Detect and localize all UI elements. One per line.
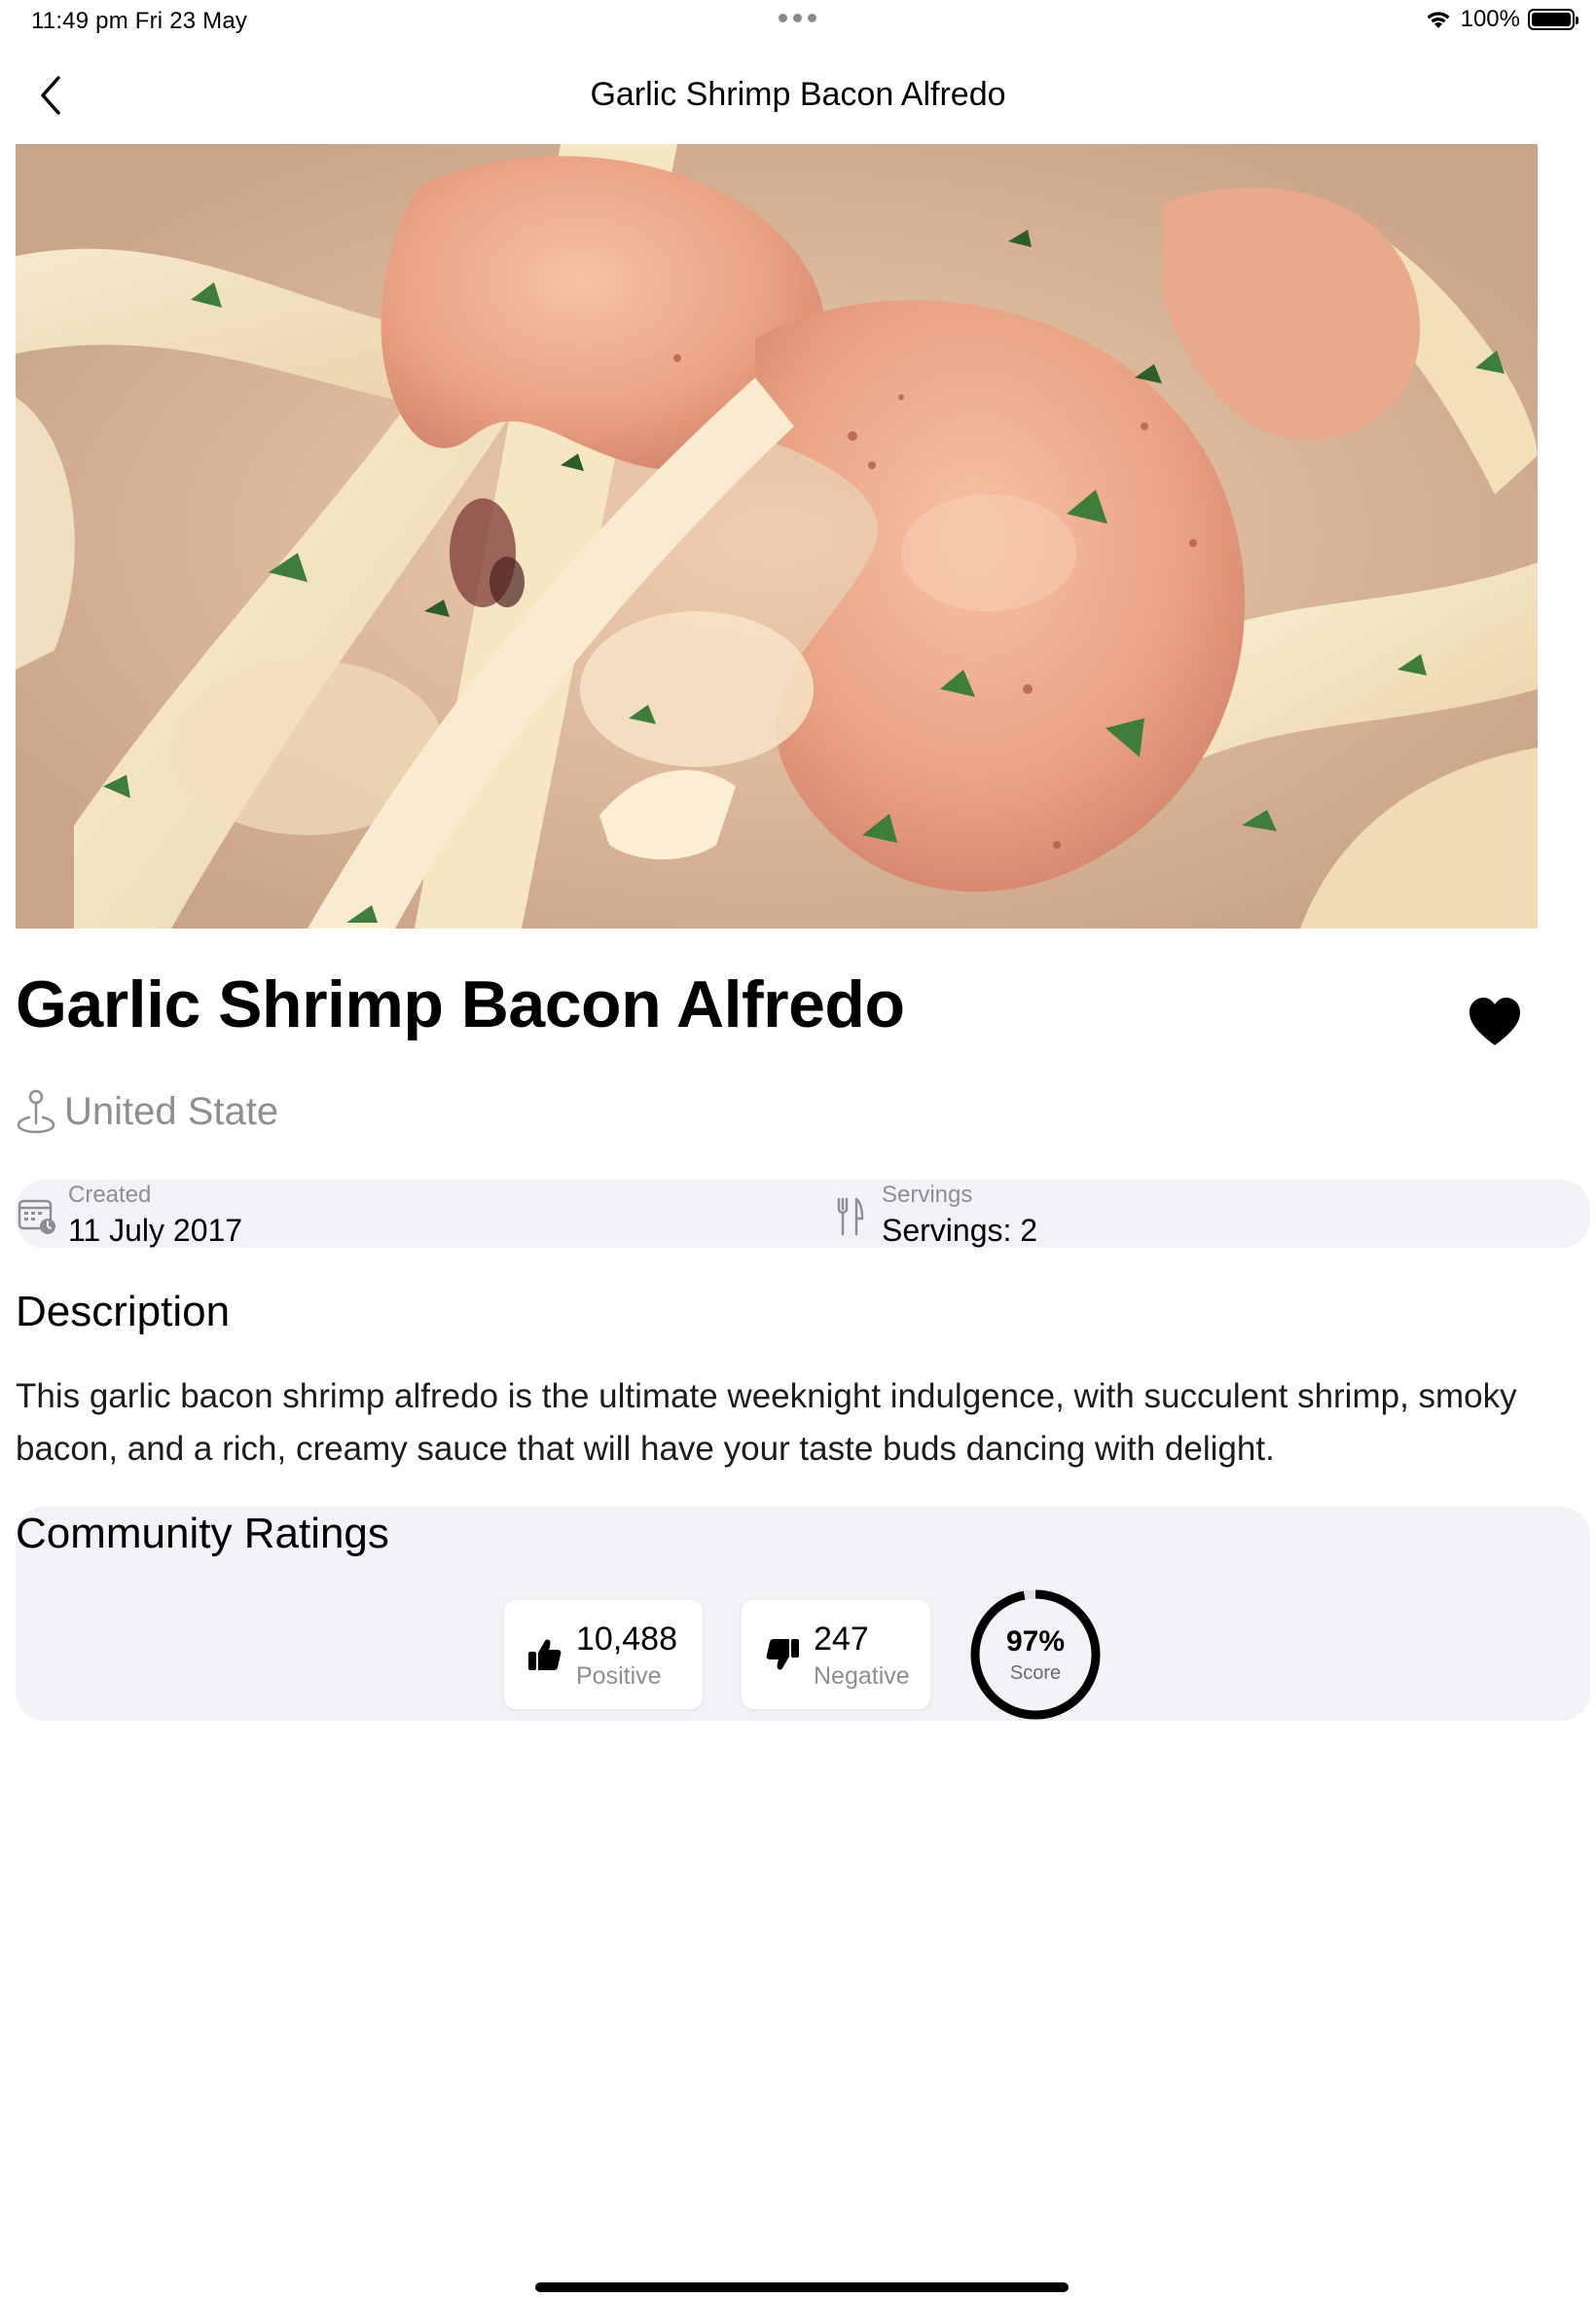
location-row: United State [16, 1088, 278, 1135]
servings-label: Servings [882, 1182, 973, 1208]
created-value: 11 July 2017 [68, 1213, 243, 1248]
positive-rating-card[interactable]: 10,488 Positive [504, 1600, 703, 1709]
status-indicators: 100% [1424, 6, 1578, 33]
thumbs-down-icon [766, 1639, 799, 1670]
score-ring: 97% Score [969, 1588, 1102, 1721]
home-indicator[interactable] [535, 2282, 1069, 2292]
negative-count: 247 [814, 1620, 869, 1658]
description-text: This garlic bacon shrimp alfredo is the … [16, 1377, 1517, 1468]
navigation-bar: Garlic Shrimp Bacon Alfredo [0, 47, 1596, 144]
battery-icon [1528, 9, 1578, 30]
recipe-image [16, 144, 1538, 929]
food-photo [16, 144, 1538, 929]
positive-count: 10,488 [576, 1620, 677, 1658]
score-label: Score [1009, 1662, 1062, 1684]
calendar-clock-icon [18, 1199, 55, 1234]
battery-percent: 100% [1460, 6, 1520, 32]
description-heading: Description [16, 1288, 231, 1335]
heart-icon [1469, 998, 1520, 1045]
info-bar: Created 11 July 2017 Servings Servings: … [16, 1180, 1590, 1248]
status-time: 11:49 pm Fri 23 May [31, 8, 248, 34]
wifi-icon [1427, 12, 1450, 28]
location-text: United State [64, 1089, 279, 1133]
recipe-title: Garlic Shrimp Bacon Alfredo [16, 967, 905, 1041]
community-ratings-heading: Community Ratings [16, 1510, 389, 1557]
map-pin-icon [17, 1089, 55, 1134]
thumbs-up-icon [528, 1639, 562, 1670]
created-info: Created 11 July 2017 [16, 1180, 242, 1249]
created-label: Created [68, 1182, 152, 1208]
negative-rating-card[interactable]: 247 Negative [742, 1600, 930, 1709]
positive-label: Positive [576, 1661, 662, 1690]
negative-label: Negative [814, 1661, 910, 1690]
servings-info: Servings Servings: 2 [829, 1180, 1037, 1249]
favorite-button[interactable] [1466, 993, 1524, 1051]
fork-knife-icon [837, 1197, 864, 1236]
servings-value: Servings: 2 [882, 1213, 1038, 1248]
multitasking-dots-icon[interactable] [779, 14, 816, 22]
score-value: 97% [1005, 1625, 1066, 1658]
status-bar: 11:49 pm Fri 23 May 100% [0, 0, 1596, 47]
nav-title: Garlic Shrimp Bacon Alfredo [590, 76, 1006, 113]
